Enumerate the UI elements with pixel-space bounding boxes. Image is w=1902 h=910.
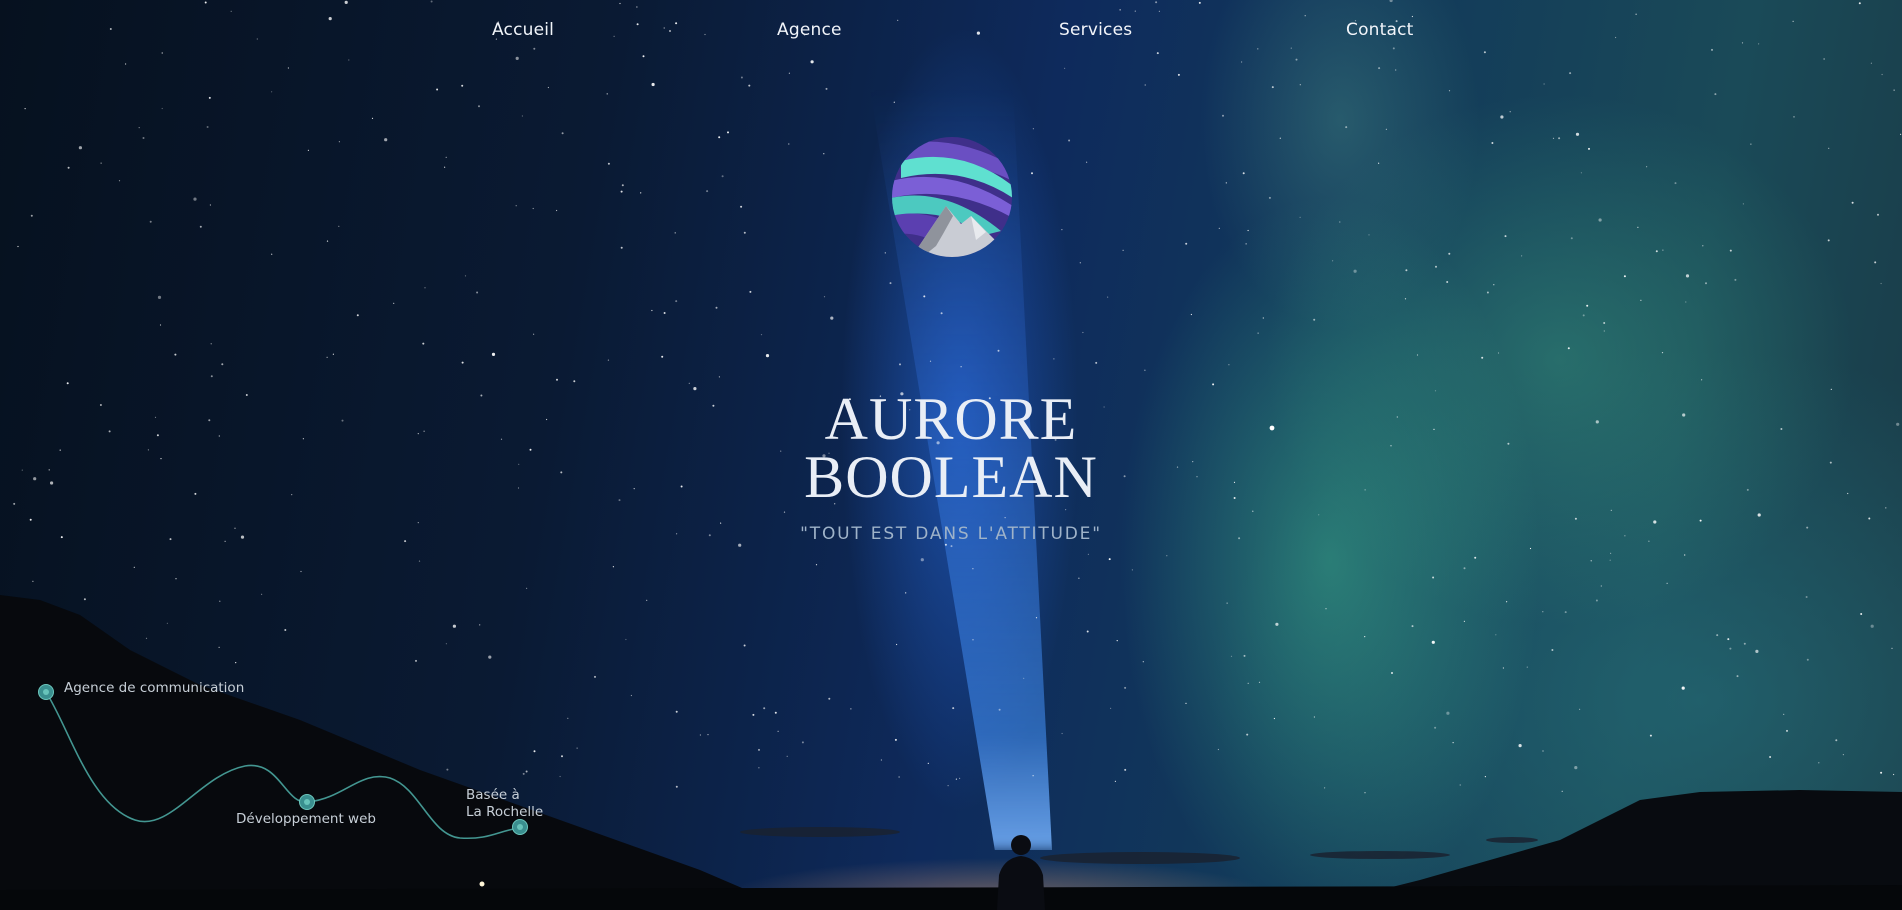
- nav-accueil[interactable]: Accueil: [492, 20, 554, 40]
- cloud-2: [1040, 852, 1240, 864]
- person-silhouette: [997, 835, 1045, 910]
- title-line-1: AURORE: [824, 386, 1078, 452]
- cloud-4: [1486, 837, 1538, 843]
- timeline-label-location-line1: Basée à: [466, 787, 520, 803]
- nav-agence[interactable]: Agence: [777, 20, 842, 40]
- aurora-mountain-logo-icon[interactable]: [891, 136, 1013, 258]
- page-title: AURORE BOOLEAN: [651, 386, 1251, 510]
- timeline-label-communication: Agence de communication: [64, 680, 245, 696]
- nav-services[interactable]: Services: [1059, 20, 1132, 40]
- timeline-label-location: Basée à La Rochelle: [466, 787, 543, 821]
- cloud-3: [1310, 851, 1450, 859]
- nav-contact[interactable]: Contact: [1346, 20, 1414, 40]
- timeline-label-web: Développement web: [236, 811, 376, 827]
- cloud-1: [740, 827, 900, 837]
- car-light: [479, 881, 485, 887]
- timeline-label-location-line2: La Rochelle: [466, 804, 544, 820]
- timeline-dot-2: [299, 794, 315, 810]
- timeline-dot-1: [38, 684, 54, 700]
- tagline: "TOUT EST DANS L'ATTITUDE": [800, 524, 1102, 544]
- timeline-dot-3: [512, 819, 528, 835]
- title-line-2: BOOLEAN: [804, 444, 1098, 510]
